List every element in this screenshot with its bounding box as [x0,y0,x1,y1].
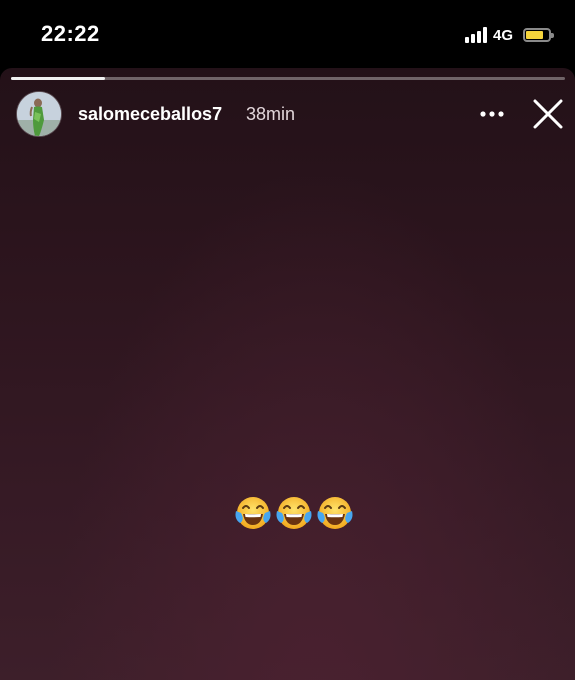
more-options-button[interactable] [475,100,509,128]
story-emoji-content [233,493,355,533]
close-button[interactable] [528,94,568,134]
status-indicators: 4G [464,24,554,46]
tears-of-joy-emoji-icon [315,493,355,533]
signal-strength-icon [464,27,487,43]
story-username[interactable]: salomeceballos7 [78,104,222,125]
tears-of-joy-emoji-icon [233,493,273,533]
close-icon [533,99,563,129]
battery-icon [523,28,554,42]
status-bar: 22:22 4G [0,0,575,68]
story-viewer[interactable]: salomeceballos7 38min [0,68,575,680]
more-horizontal-icon [480,111,504,117]
story-progress-fill [11,77,106,80]
profile-avatar[interactable] [17,92,61,136]
story-timestamp: 38min [246,104,296,124]
status-time: 22:22 [41,21,100,46]
network-type: 4G [492,26,513,44]
story-progress-bar [11,77,565,80]
tears-of-joy-emoji-icon [274,493,314,533]
